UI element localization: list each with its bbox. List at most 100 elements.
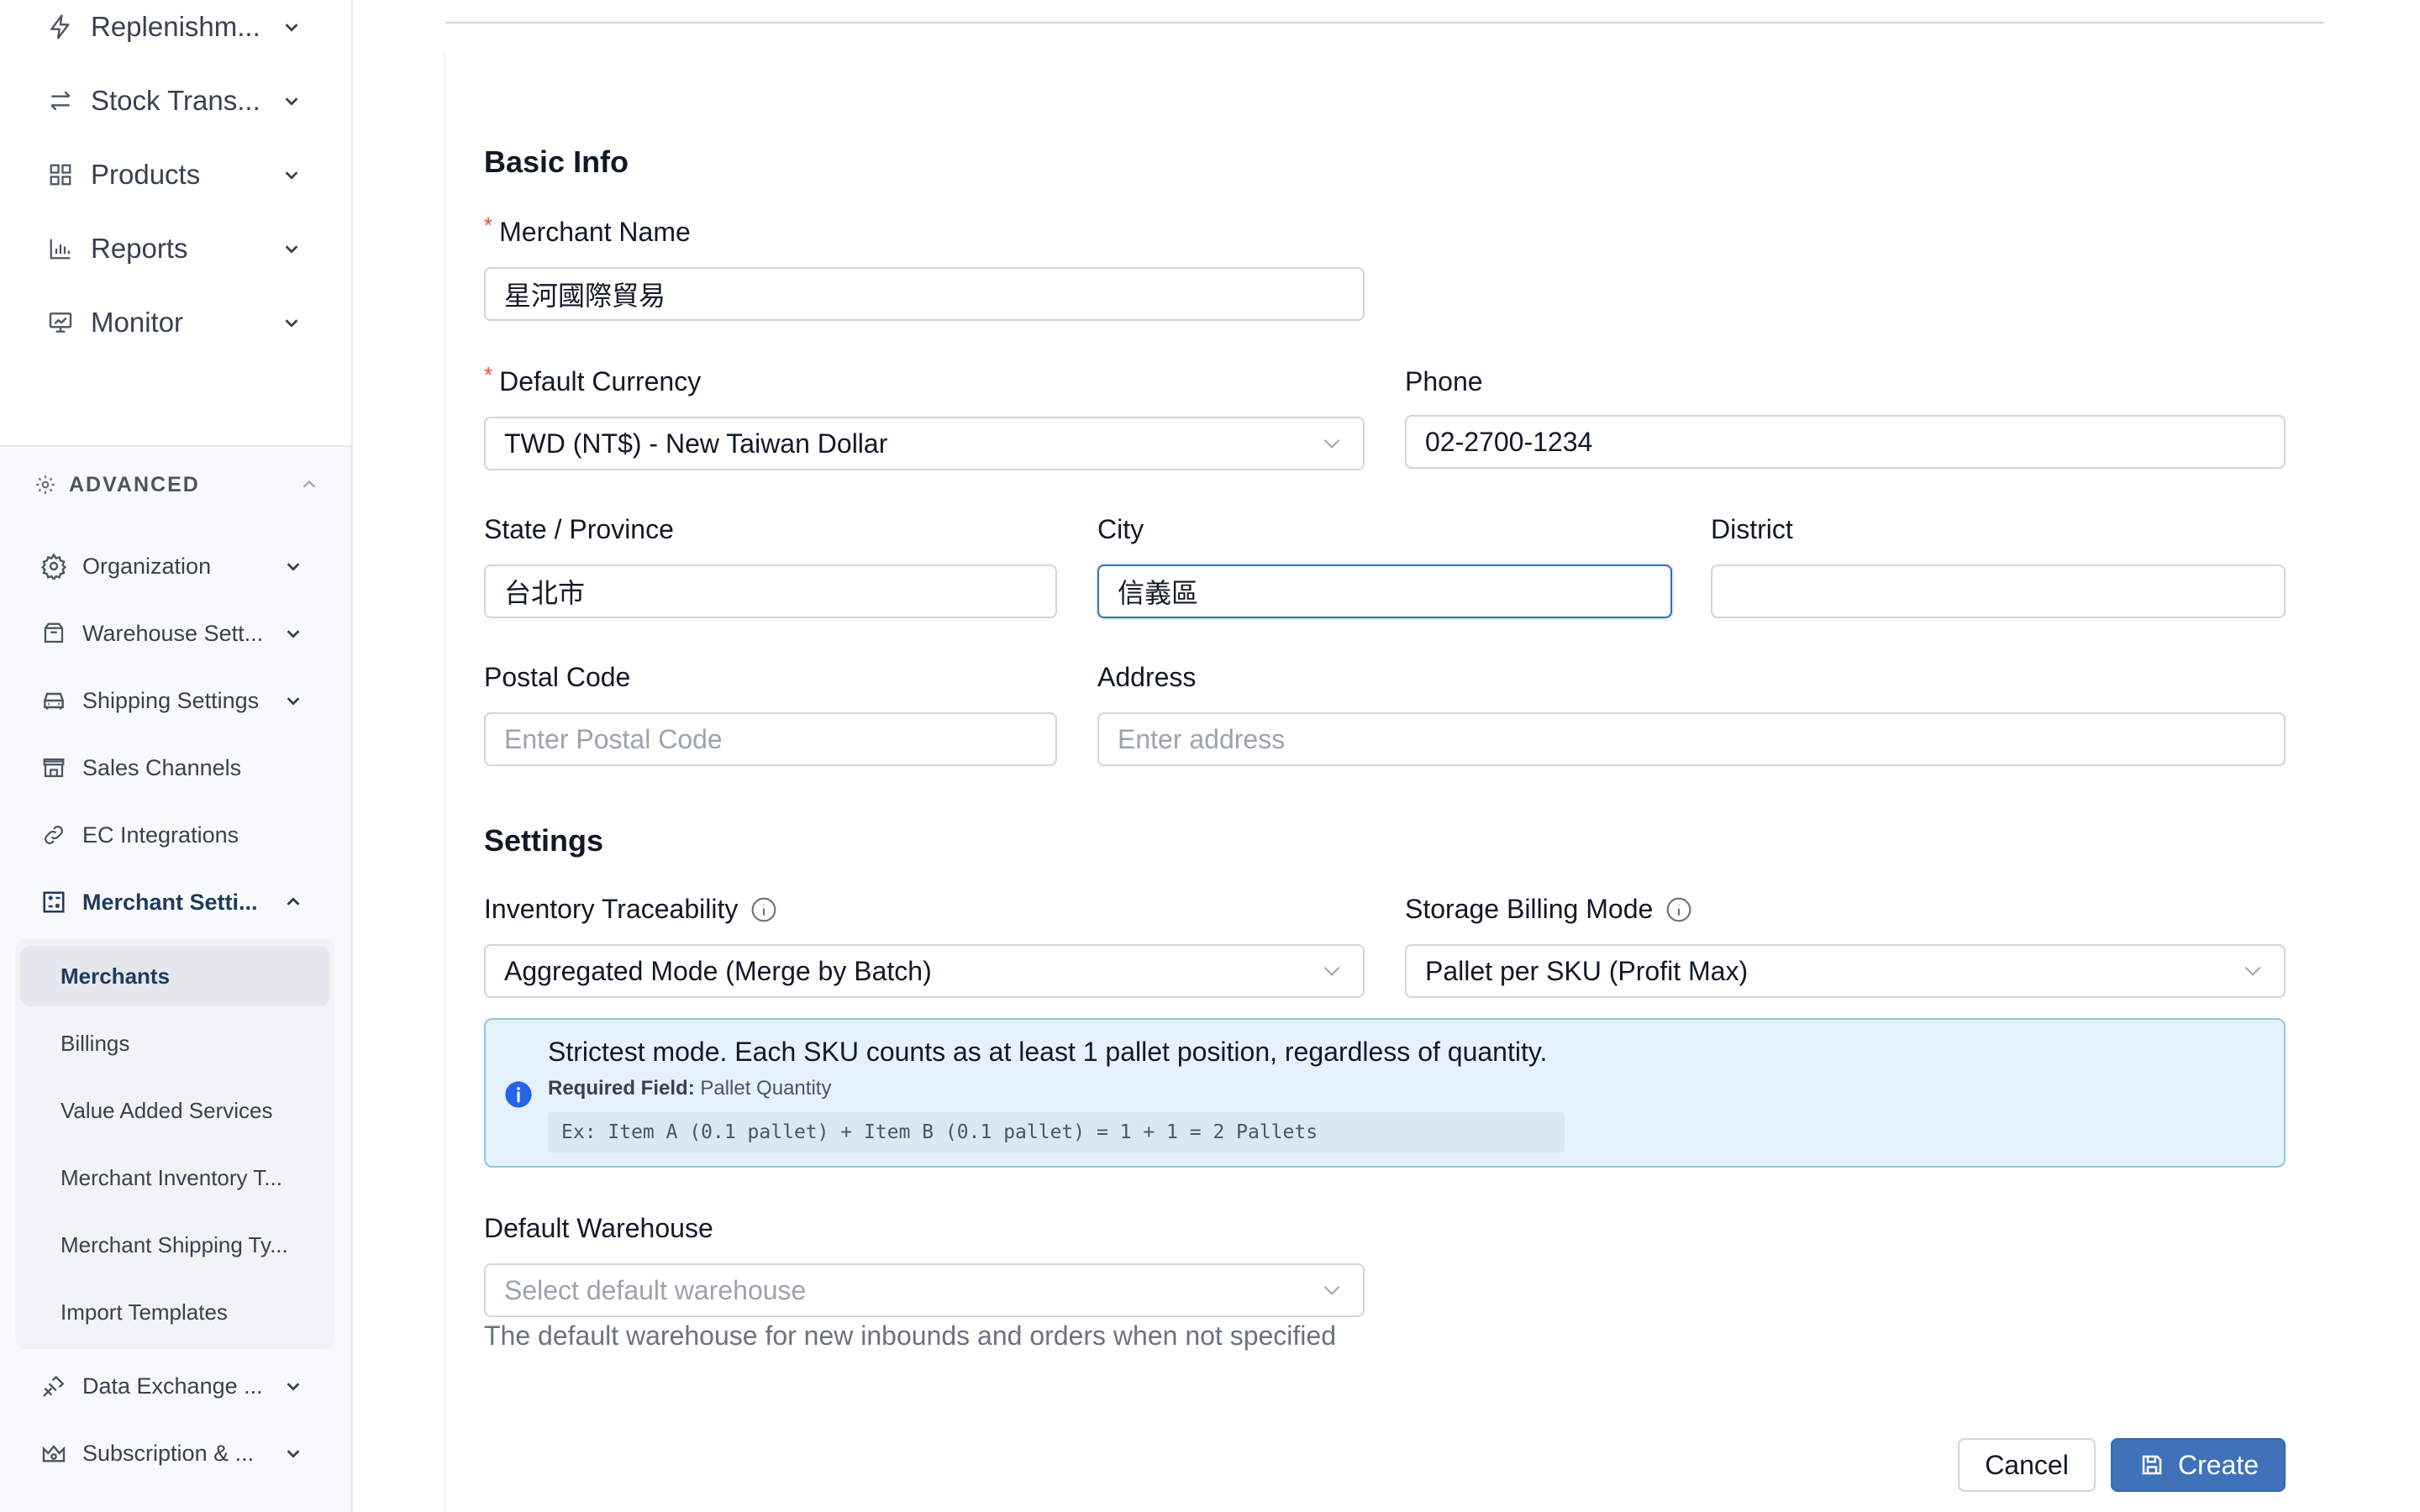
inventory-traceability-label-text: Inventory Traceability	[484, 894, 739, 924]
info-icon[interactable]	[1665, 895, 1693, 924]
required-asterisk: *	[484, 213, 493, 238]
sidebar-item-label: EC Integrations	[82, 822, 239, 848]
sidebar-item-label: Shipping Settings	[82, 687, 260, 713]
gear-icon	[37, 549, 71, 583]
create-button-label: Create	[2177, 1449, 2260, 1480]
phone-label: Phone	[1405, 366, 1483, 396]
store-icon	[37, 751, 71, 785]
required-asterisk: *	[484, 362, 493, 387]
settings-title: Settings	[484, 823, 604, 858]
card-border	[444, 50, 445, 1512]
city-input[interactable]	[1097, 564, 1672, 618]
chevron-down-icon[interactable]	[279, 162, 304, 187]
chevron-up-icon[interactable]	[297, 472, 322, 497]
chevron-down-icon	[1319, 958, 1344, 984]
sidebar-item-billings[interactable]: Billings	[20, 1013, 329, 1074]
required-field-label: Required Field:	[548, 1077, 695, 1100]
chevron-down-icon	[1319, 1278, 1344, 1303]
grid-icon	[44, 158, 77, 192]
sidebar-item-ec-integrations[interactable]: EC Integrations	[37, 811, 306, 858]
merchant-name-label: * Merchant Name	[484, 213, 691, 248]
sidebar-item-merchant-shipping-types[interactable]: Merchant Shipping Ty...	[20, 1215, 329, 1275]
district-label: District	[1711, 514, 1793, 544]
sidebar-item-label: Warehouse Sett...	[82, 620, 264, 646]
info-circle-icon	[504, 1080, 533, 1109]
info-alert-example: Ex: Item A (0.1 pallet) + Item B (0.1 pa…	[548, 1112, 1565, 1152]
state-input[interactable]	[484, 564, 1057, 618]
storage-billing-mode-label-text: Storage Billing Mode	[1405, 894, 1654, 924]
address-label: Address	[1097, 662, 1197, 692]
satellite-icon	[37, 1369, 71, 1403]
sidebar-item-organization[interactable]: Organization	[37, 543, 306, 590]
sidebar: Replenishm... Stock Trans... Products Re…	[0, 0, 353, 1512]
sidebar-item-label: Products	[91, 159, 201, 190]
sidebar-item-stock-transfer[interactable]: Stock Trans...	[44, 76, 304, 126]
phone-input[interactable]	[1405, 415, 2286, 469]
create-button[interactable]: Create	[2111, 1438, 2286, 1492]
chevron-down-icon[interactable]	[281, 554, 306, 579]
city-label: City	[1097, 514, 1144, 544]
inbox-icon	[37, 617, 71, 650]
presentation-icon	[44, 306, 77, 339]
inventory-traceability-label: Inventory Traceability	[484, 894, 778, 925]
cancel-button[interactable]: Cancel	[1958, 1438, 2096, 1492]
chevron-down-icon[interactable]	[279, 14, 304, 39]
sidebar-item-label: Sales Channels	[82, 754, 242, 780]
sidebar-item-subscription[interactable]: Subscription & ...	[37, 1430, 306, 1477]
storage-billing-mode-select[interactable]: Pallet per SKU (Profit Max)	[1405, 944, 2286, 998]
postal-code-input[interactable]	[484, 712, 1057, 766]
sidebar-item-merchant-inventory-types[interactable]: Merchant Inventory T...	[20, 1147, 329, 1208]
default-warehouse-label: Default Warehouse	[484, 1213, 713, 1243]
chevron-up-icon[interactable]	[281, 890, 306, 915]
storage-billing-mode-label: Storage Billing Mode	[1405, 894, 1693, 925]
calculator-icon	[37, 885, 71, 919]
chevron-down-icon[interactable]	[279, 310, 304, 335]
sidebar-item-warehouse-settings[interactable]: Warehouse Sett...	[37, 610, 306, 657]
sidebar-item-import-templates[interactable]: Import Templates	[20, 1282, 329, 1342]
district-input[interactable]	[1711, 564, 2286, 618]
chevron-down-icon[interactable]	[279, 88, 304, 113]
chevron-down-icon[interactable]	[281, 1441, 306, 1466]
basic-info-title: Basic Info	[484, 144, 629, 179]
info-alert-required-field: Required Field: Pallet Quantity	[548, 1077, 831, 1100]
chevron-down-icon	[1319, 431, 1344, 456]
state-label: State / Province	[484, 514, 674, 544]
sidebar-item-shipping-settings[interactable]: Shipping Settings	[37, 677, 306, 724]
address-input[interactable]	[1097, 712, 2286, 766]
merchant-name-input[interactable]	[484, 267, 1365, 321]
sidebar-item-value-added-services[interactable]: Value Added Services	[20, 1080, 329, 1141]
chevron-down-icon[interactable]	[281, 1373, 306, 1399]
default-currency-select[interactable]: TWD (NT$) - New Taiwan Dollar	[484, 417, 1365, 470]
sidebar-item-label: Reports	[91, 233, 188, 264]
billing-mode-info-alert: Strictest mode. Each SKU counts as at le…	[484, 1018, 2286, 1168]
chevron-down-icon[interactable]	[281, 621, 306, 646]
sidebar-item-label: Stock Trans...	[91, 85, 260, 116]
sidebar-item-merchants[interactable]: Merchants	[20, 946, 329, 1006]
link-icon	[37, 818, 71, 852]
storage-billing-mode-value: Pallet per SKU (Profit Max)	[1425, 955, 1749, 986]
required-field-value: Pallet Quantity	[694, 1077, 832, 1100]
advanced-section-header[interactable]: ADVANCED	[32, 466, 322, 503]
postal-code-label: Postal Code	[484, 662, 631, 692]
chevron-down-icon[interactable]	[279, 236, 304, 261]
sidebar-item-monitor[interactable]: Monitor	[44, 297, 304, 348]
inventory-traceability-select[interactable]: Aggregated Mode (Merge by Batch)	[484, 944, 1365, 998]
default-warehouse-select[interactable]: Select default warehouse	[484, 1263, 1365, 1317]
info-alert-text: Strictest mode. Each SKU counts as at le…	[548, 1037, 1548, 1067]
chevron-down-icon[interactable]	[281, 688, 306, 713]
sidebar-item-replenishment[interactable]: Replenishm...	[44, 2, 304, 52]
header-divider	[445, 22, 2324, 24]
info-icon[interactable]	[750, 895, 778, 924]
sidebar-item-label: Replenishm...	[91, 11, 260, 42]
lightning-icon	[44, 10, 77, 44]
sidebar-item-label: Organization	[82, 553, 212, 579]
sidebar-item-sales-channels[interactable]: Sales Channels	[37, 744, 306, 791]
sidebar-item-merchant-settings[interactable]: Merchant Setti...	[37, 879, 306, 926]
default-currency-label-text: Default Currency	[499, 366, 702, 396]
car-icon	[37, 684, 71, 717]
sidebar-item-data-exchange[interactable]: Data Exchange ...	[37, 1362, 306, 1410]
default-currency-label: * Default Currency	[484, 362, 702, 397]
sidebar-item-label: Data Exchange ...	[82, 1373, 263, 1399]
sidebar-item-reports[interactable]: Reports	[44, 223, 304, 274]
sidebar-item-products[interactable]: Products	[44, 150, 304, 200]
